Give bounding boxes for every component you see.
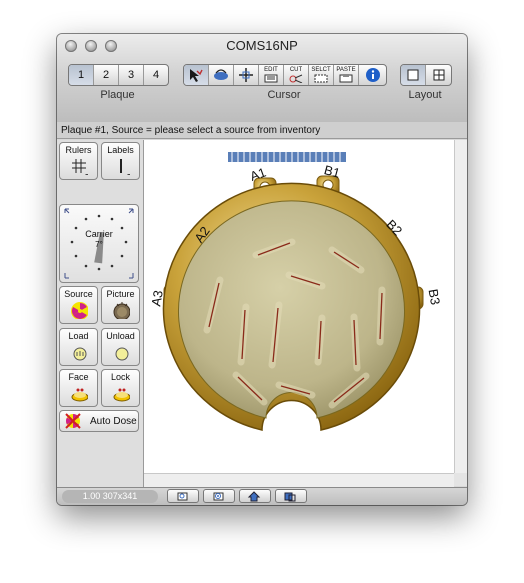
carrier-angle: 7°: [95, 240, 103, 249]
load-label: Load: [68, 331, 89, 341]
layout-selector: [400, 64, 452, 86]
plaque-2-button[interactable]: 2: [94, 65, 119, 85]
carrier-label: Carrier: [85, 229, 113, 239]
rulers-button[interactable]: Rulers: [59, 142, 98, 180]
carrier-dial[interactable]: Carrier 7°: [59, 204, 139, 283]
plaque-1-button[interactable]: 1: [69, 65, 94, 85]
face-icon: [71, 388, 88, 402]
radiation-icon: [70, 302, 88, 319]
picture-label: Picture: [106, 289, 135, 299]
source-label: Source: [64, 289, 93, 299]
plaque-label: Plaque: [100, 89, 135, 101]
single-view-icon: [407, 69, 419, 81]
plaque-selector: 1 2 3 4: [68, 64, 169, 86]
paste-icon: [339, 74, 353, 83]
grid-icon: [71, 159, 88, 175]
zoom-out-button[interactable]: [167, 489, 199, 503]
layout-label: Layout: [408, 89, 442, 101]
rotate-hand-icon: [214, 69, 228, 80]
move-tool[interactable]: [234, 65, 259, 85]
load-plaque-icon: [73, 347, 86, 361]
zoom-in-button[interactable]: [203, 489, 235, 503]
auto-dose-disabled-icon: [65, 413, 81, 429]
plaque-picture-icon: [113, 302, 130, 319]
cursor-tools: EDIT CUT SELCT PASTE: [183, 64, 387, 86]
select-target-tool[interactable]: [184, 65, 209, 85]
quad-view-icon: [433, 69, 444, 81]
home-view-button[interactable]: [239, 489, 271, 503]
zoom-readout: 1.00 307x341: [62, 490, 158, 503]
quad-view-button[interactable]: [426, 65, 451, 85]
scroll-corner: [454, 473, 467, 486]
face-button[interactable]: Face: [59, 369, 98, 407]
fit-view-button[interactable]: [275, 489, 307, 503]
plaque-canvas[interactable]: A1 B1 A2 B2 A3 B3: [144, 140, 454, 473]
source-button[interactable]: Source: [59, 286, 98, 324]
select-target-icon: [190, 69, 203, 82]
fit-view-icon: [284, 492, 296, 502]
single-view-button[interactable]: [401, 65, 426, 85]
paste-tool-label: PASTE: [336, 67, 356, 73]
auto-dose-label: Auto Dose: [90, 415, 137, 427]
auto-dose-button[interactable]: Auto Dose: [59, 410, 139, 432]
unload-plaque-icon: [115, 347, 128, 361]
move-cross-icon: [239, 68, 253, 82]
zoom-out-icon: [177, 492, 188, 501]
rulers-label: Rulers: [65, 145, 92, 155]
rotate-tool[interactable]: [209, 65, 234, 85]
info-icon: [365, 68, 380, 82]
plaque-drawing: A1 B1 A2 B2 A3 B3: [148, 152, 444, 431]
window-title: COMS16NP: [226, 38, 298, 53]
face-label: Face: [68, 372, 89, 382]
cursor-label: Cursor: [267, 89, 301, 101]
unload-button[interactable]: Unload: [101, 328, 140, 366]
select-tool[interactable]: SELCT: [309, 65, 334, 85]
home-icon: [247, 491, 261, 502]
load-button[interactable]: Load: [59, 328, 98, 366]
cut-icon: [289, 74, 303, 83]
lock-button[interactable]: Lock: [101, 369, 140, 407]
cut-tool-label: CUT: [289, 67, 303, 73]
edit-icon: [264, 74, 278, 83]
unload-label: Unload: [106, 331, 135, 341]
labels-button[interactable]: Labels: [101, 142, 140, 180]
eyelet-label-b3: B3: [426, 288, 444, 306]
labels-label: Labels: [107, 145, 134, 155]
info-tool[interactable]: [359, 65, 386, 85]
app-window: COMS16NP 1 2 3 4 Plaque EDIT CUT SELCT P…: [57, 34, 467, 505]
status-bar: Plaque #1, Source = please select a sour…: [57, 122, 467, 139]
left-tool-panel: Rulers Labels Carrier 7° Source Picture …: [57, 140, 144, 487]
horizontal-scrollbar[interactable]: [144, 473, 454, 487]
picture-button[interactable]: Picture: [101, 286, 140, 324]
lock-icon: [113, 388, 130, 402]
label-line-icon: [119, 159, 130, 175]
ruler-strip: [228, 152, 346, 162]
lock-label: Lock: [110, 372, 130, 382]
cut-tool[interactable]: CUT: [284, 65, 309, 85]
bottom-bar: 1.00 307x341: [57, 487, 467, 505]
plaque-4-button[interactable]: 4: [144, 65, 168, 85]
select-tool-label: SELCT: [311, 67, 331, 73]
edit-tool-label: EDIT: [264, 67, 278, 73]
vertical-scrollbar[interactable]: [454, 140, 467, 473]
select-icon: [314, 74, 328, 83]
edit-tool[interactable]: EDIT: [259, 65, 284, 85]
paste-tool[interactable]: PASTE: [334, 65, 359, 85]
eyelet-label-a3: A3: [148, 289, 166, 307]
plaque-3-button[interactable]: 3: [119, 65, 144, 85]
zoom-in-icon: [213, 492, 224, 501]
title-bar: COMS16NP 1 2 3 4 Plaque EDIT CUT SELCT P…: [57, 34, 467, 123]
